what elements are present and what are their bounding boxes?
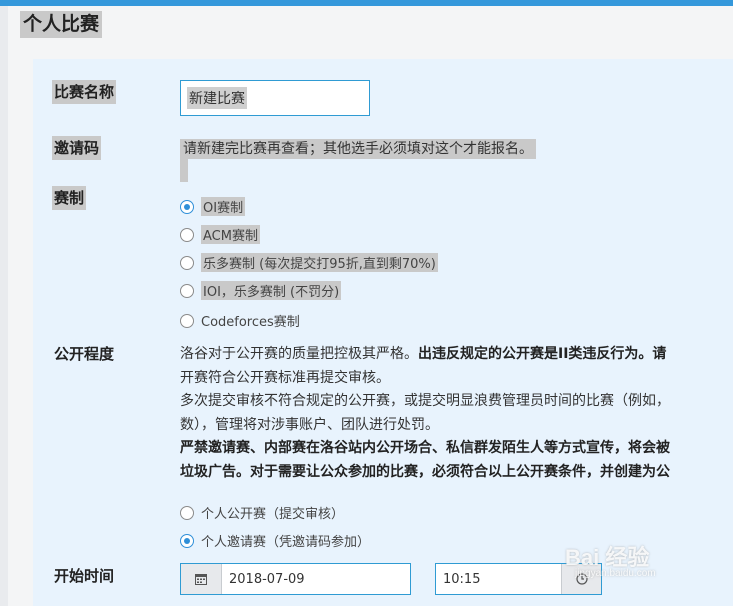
invite-code-hint: 请新建完比赛再查看；其他选手必须填对这个才能报名。 bbox=[180, 139, 536, 159]
format-option-codeforces[interactable]: Codeforces赛制 bbox=[180, 311, 300, 330]
format-option-label: Codeforces赛制 bbox=[201, 315, 300, 330]
para-line-2: 开赛符合公开赛标准再提交审核。 bbox=[180, 369, 390, 386]
visibility-label: 公开程度 bbox=[54, 345, 115, 363]
left-sidebar-strip bbox=[0, 6, 8, 606]
visibility-option-label: 个人公开赛（提交审核） bbox=[201, 507, 345, 522]
format-option-acm[interactable]: ACM赛制 bbox=[180, 225, 260, 244]
invite-code-field[interactable] bbox=[180, 158, 188, 182]
radio-unchecked-icon[interactable] bbox=[180, 227, 194, 242]
start-date-field[interactable]: 2018-07-09 bbox=[180, 563, 411, 595]
contest-name-input[interactable]: 新建比赛 bbox=[180, 80, 370, 116]
format-option-label: 乐多赛制 (每次提交打95折,直到剩70%) bbox=[201, 253, 438, 272]
visibility-option-label: 个人邀请赛（凭邀请码参加） bbox=[201, 535, 371, 550]
visibility-description: 洛谷对于公开赛的质量把控极其严格。出违反规定的公开赛是II类违反行为。请 开赛符… bbox=[180, 343, 733, 484]
watermark-url: jingyan.baidu.com bbox=[575, 568, 656, 579]
format-option-oi[interactable]: OI赛制 bbox=[180, 197, 246, 216]
format-label: 赛制 bbox=[52, 186, 87, 210]
start-time-value[interactable]: 10:15 bbox=[436, 564, 561, 594]
page-title: 个人比赛 bbox=[20, 11, 103, 38]
radio-checked-icon[interactable] bbox=[180, 199, 194, 214]
para-line-4: 数），管理将对涉事账户、团队进行处罚。 bbox=[180, 416, 439, 433]
contest-name-label: 比赛名称 bbox=[52, 80, 117, 104]
top-accent-bar bbox=[0, 0, 733, 6]
radio-unchecked-icon[interactable] bbox=[180, 313, 194, 328]
visibility-option-invite[interactable]: 个人邀请赛（凭邀请码参加） bbox=[180, 531, 370, 550]
format-option-label: OI赛制 bbox=[201, 197, 246, 216]
radio-unchecked-icon[interactable] bbox=[180, 283, 194, 298]
format-option-ioi[interactable]: IOI，乐多赛制 (不罚分) bbox=[180, 281, 342, 300]
para-line-3: 多次提交审核不符合规定的公开赛，或提交明显浪费管理员时间的比赛（例如， bbox=[180, 393, 670, 409]
start-time-label: 开始时间 bbox=[54, 567, 115, 585]
radio-unchecked-icon[interactable] bbox=[180, 505, 194, 520]
calendar-icon[interactable] bbox=[181, 564, 222, 594]
radio-checked-icon[interactable] bbox=[180, 533, 194, 548]
para-line-1: 洛谷对于公开赛的质量把控极其严格。出违反规定的公开赛是II类违反行为。请 bbox=[180, 346, 667, 362]
format-option-label: ACM赛制 bbox=[201, 225, 260, 244]
format-option-ledo[interactable]: 乐多赛制 (每次提交打95折,直到剩70%) bbox=[180, 253, 438, 272]
contest-name-value: 新建比赛 bbox=[187, 87, 247, 109]
radio-unchecked-icon[interactable] bbox=[180, 255, 194, 270]
format-option-label: IOI，乐多赛制 (不罚分) bbox=[201, 281, 342, 300]
para-line-6: 垃圾广告。对于需要让公众参加的比赛，必须符合以上公开赛条件，并创建为公 bbox=[180, 463, 670, 480]
visibility-option-public[interactable]: 个人公开赛（提交审核） bbox=[180, 503, 344, 522]
para-line-5: 严禁邀请赛、内部赛在洛谷站内公开场合、私信群发陌生人等方式宣传，将会被 bbox=[180, 440, 670, 456]
start-date-value[interactable]: 2018-07-09 bbox=[222, 564, 410, 594]
invite-code-label: 邀请码 bbox=[52, 136, 102, 160]
